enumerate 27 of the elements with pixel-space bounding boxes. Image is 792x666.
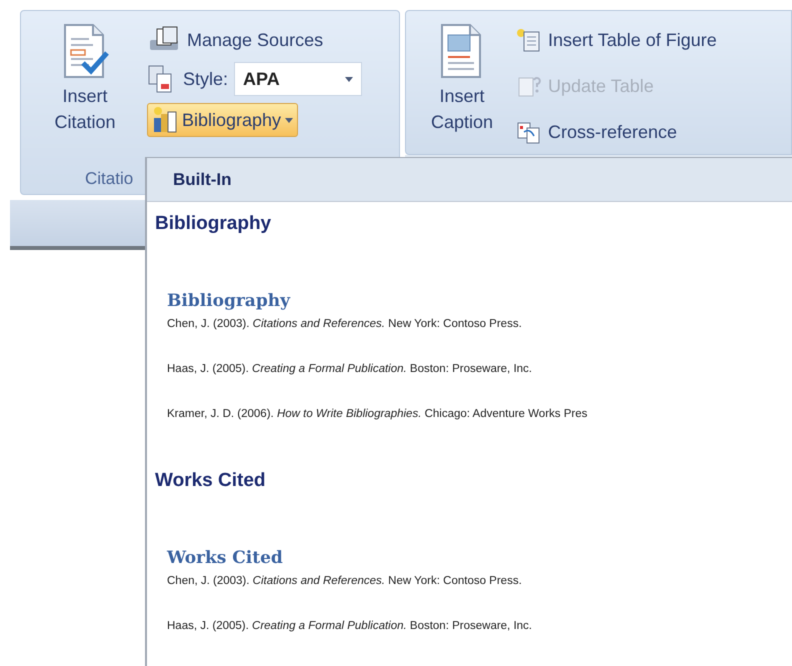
gallery-item-title: Works Cited [154,469,267,493]
document-question-icon [516,74,542,98]
gallery-item-title: Bibliography [154,212,272,236]
group-label: Citatio [85,168,134,190]
gallery-item[interactable]: Works Cited Works Cited Chen, J. (2003). Citations and References. New York: Contoso Press. Haas, J. (2005). Creating a Formal Publication. Boston: Proseware, Inc. [147,469,792,659]
style-label: Style: [183,68,228,91]
citation-entry: Haas, J. (2005). Creating a Formal Publication. Boston: Proseware, Inc. [167,619,533,634]
citation-entry: Kramer, J. D. (2006). How to Write Bibliographies. Chicago: Adventure Works Pres [167,407,588,422]
insert-citation-button[interactable]: Insert Citation [31,23,139,164]
menu-section-title: Built-In [173,168,232,191]
books-icon [152,106,178,134]
style-dropdown[interactable]: APA [234,62,362,96]
insert-caption-button[interactable]: Insert Caption [418,23,506,154]
table-document-icon [516,28,542,52]
citation-document-icon [61,23,109,79]
caret-icon [285,118,294,122]
citation-entry: Haas, J. (2005). Creating a Formal Publication. Boston: Proseware, Inc. [167,362,533,377]
cross-reference-icon [516,120,542,144]
citation-entry: Chen, J. (2003). Citations and References. New York: Contoso Press. [167,317,523,332]
citation-entry: Chen, J. (2003). Citations and References. New York: Contoso Press. [167,574,523,589]
ribbon-command[interactable]: Cross-reference [516,115,717,149]
manage-sources-button[interactable]: Manage Sources [147,25,362,55]
ribbon-command[interactable]: Insert Table of Figure [516,23,717,57]
preview-heading: Works Cited [167,547,284,569]
caret-icon [345,76,354,82]
bibliography-button[interactable]: Bibliography [147,103,298,137]
preview-heading: Bibliography [167,290,292,312]
